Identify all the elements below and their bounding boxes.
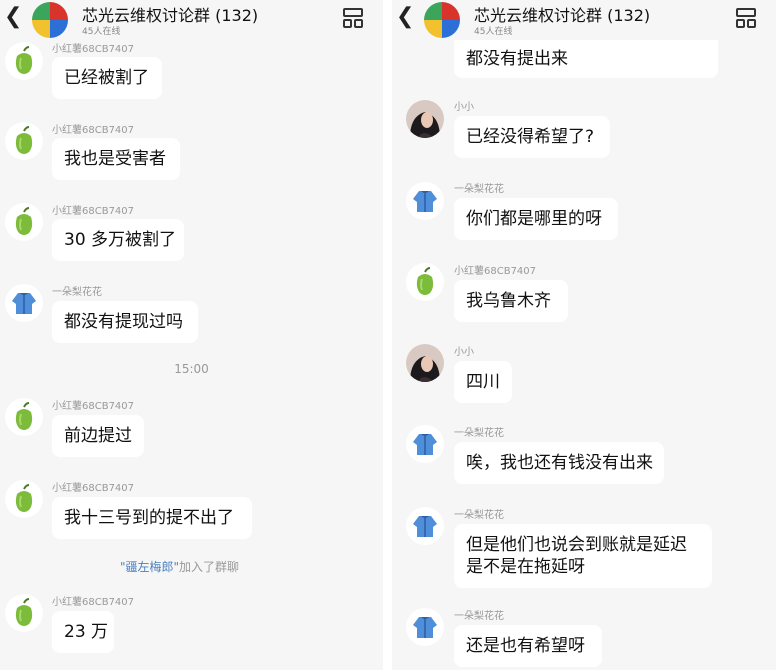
sender-name: 一朵梨花花 [454,428,504,439]
message-text: 已经被割了 [64,68,149,88]
message-text: 是不是在拖延呀 [466,557,585,577]
message-bubble[interactable]: 我乌鲁木齐 [454,280,568,322]
sender-name: 小红薯68CB7407 [52,44,135,55]
blue-jacket-avatar-icon[interactable] [5,284,43,322]
message-bubble[interactable]: 但是他们也说会到账就是延迟 是不是在拖延呀 [454,524,712,588]
blue-jacket-avatar-icon[interactable] [406,182,444,220]
join-notice: "疆左梅郎"加入了群聊 [120,558,239,575]
message-text: 我也是受害者 [64,149,166,169]
chat-header: ❮ 芯光云维权讨论群 (132) 45人在线 [0,0,383,40]
chevron-left-icon[interactable]: ❮ [396,4,414,29]
sender-name: 一朵梨花花 [454,510,504,521]
message-bubble[interactable]: 你们都是哪里的呀 [454,198,618,240]
message-bubble[interactable]: 已经被割了 [52,57,162,99]
message-text: 前边提过 [64,426,132,446]
message-text: 但是他们也说会到账就是延迟 [466,535,687,555]
sender-name: 小红薯68CB7407 [52,597,135,608]
group-title: 芯光云维权讨论群 (132) [474,6,651,25]
timestamp: 15:00 [174,362,209,376]
sender-name: 一朵梨花花 [52,287,102,298]
message-bubble[interactable]: 唉，我也还有钱没有出来 [454,442,664,484]
chat-header: ❮ 芯光云维权讨论群 (132) 45人在线 [392,0,776,40]
message-bubble[interactable]: 30 多万被割了 [52,219,184,261]
online-count: 45人在线 [474,27,513,37]
message-text: 都没有提出来 [466,49,568,69]
chat-panel-left: ❮ 芯光云维权讨论群 (132) 45人在线 小红薯68CB7407 已经被割了小… [0,0,383,670]
sender-name: 一朵梨花花 [454,184,504,195]
blue-jacket-avatar-icon[interactable] [406,608,444,646]
group-avatar[interactable] [32,2,68,38]
message-text: 四川 [466,372,500,392]
sender-name: 一朵梨花花 [454,611,504,622]
sender-name: 小小 [454,102,474,113]
chevron-left-icon[interactable]: ❮ [4,4,22,29]
grid-menu-icon[interactable] [343,8,363,28]
message-text: 我乌鲁木齐 [466,291,551,311]
green-pepper-avatar-icon[interactable] [5,480,43,518]
message-text: 23 万 [64,622,109,642]
group-avatar[interactable] [424,2,460,38]
green-pepper-avatar-icon[interactable] [5,594,43,632]
sender-name: 小红薯68CB7407 [52,401,135,412]
sender-name: 小红薯68CB7407 [52,125,135,136]
message-text: 我十三号到的提不出了 [64,508,234,528]
online-count: 45人在线 [82,27,121,37]
sender-name: 小红薯68CB7407 [52,206,135,217]
message-bubble[interactable]: 前边提过 [52,415,144,457]
join-notice-text: 加入了群聊 [179,560,240,574]
message-text: 已经没得希望了? [466,127,595,147]
blue-jacket-avatar-icon[interactable] [406,507,444,545]
sender-name: 小红薯68CB7407 [52,483,135,494]
green-pepper-avatar-icon[interactable] [406,263,444,301]
sender-name: 小红薯68CB7407 [454,266,537,277]
woman-photo-avatar-icon[interactable] [406,344,444,382]
message-text: 唉，我也还有钱没有出来 [466,453,653,473]
message-text: 你们都是哪里的呀 [466,209,602,229]
green-pepper-avatar-icon[interactable] [5,42,43,80]
message-bubble[interactable]: 已经没得希望了? [454,116,610,158]
grid-menu-icon[interactable] [736,8,756,28]
green-pepper-avatar-icon[interactable] [5,122,43,160]
joined-user-link[interactable]: "疆左梅郎" [120,560,179,574]
chat-panel-right: 都没有提出来 ❮ 芯光云维权讨论群 (132) 45人在线 小小 已经没得希望了?… [392,0,776,670]
message-text: 30 多万被割了 [64,230,177,250]
green-pepper-avatar-icon[interactable] [5,398,43,436]
group-title: 芯光云维权讨论群 (132) [82,6,259,25]
message-text: 还是也有希望呀 [466,636,585,656]
message-text: 都没有提现过吗 [64,312,183,332]
message-bubble[interactable]: 还是也有希望呀 [454,625,602,667]
sender-name: 小小 [454,347,474,358]
green-pepper-avatar-icon[interactable] [5,203,43,241]
woman-photo-avatar-icon[interactable] [406,100,444,138]
message-bubble[interactable]: 我也是受害者 [52,138,180,180]
message-bubble[interactable]: 23 万 [52,611,114,653]
message-bubble[interactable]: 四川 [454,361,512,403]
message-bubble[interactable]: 我十三号到的提不出了 [52,497,252,539]
blue-jacket-avatar-icon[interactable] [406,425,444,463]
message-bubble[interactable]: 都没有提现过吗 [52,301,198,343]
